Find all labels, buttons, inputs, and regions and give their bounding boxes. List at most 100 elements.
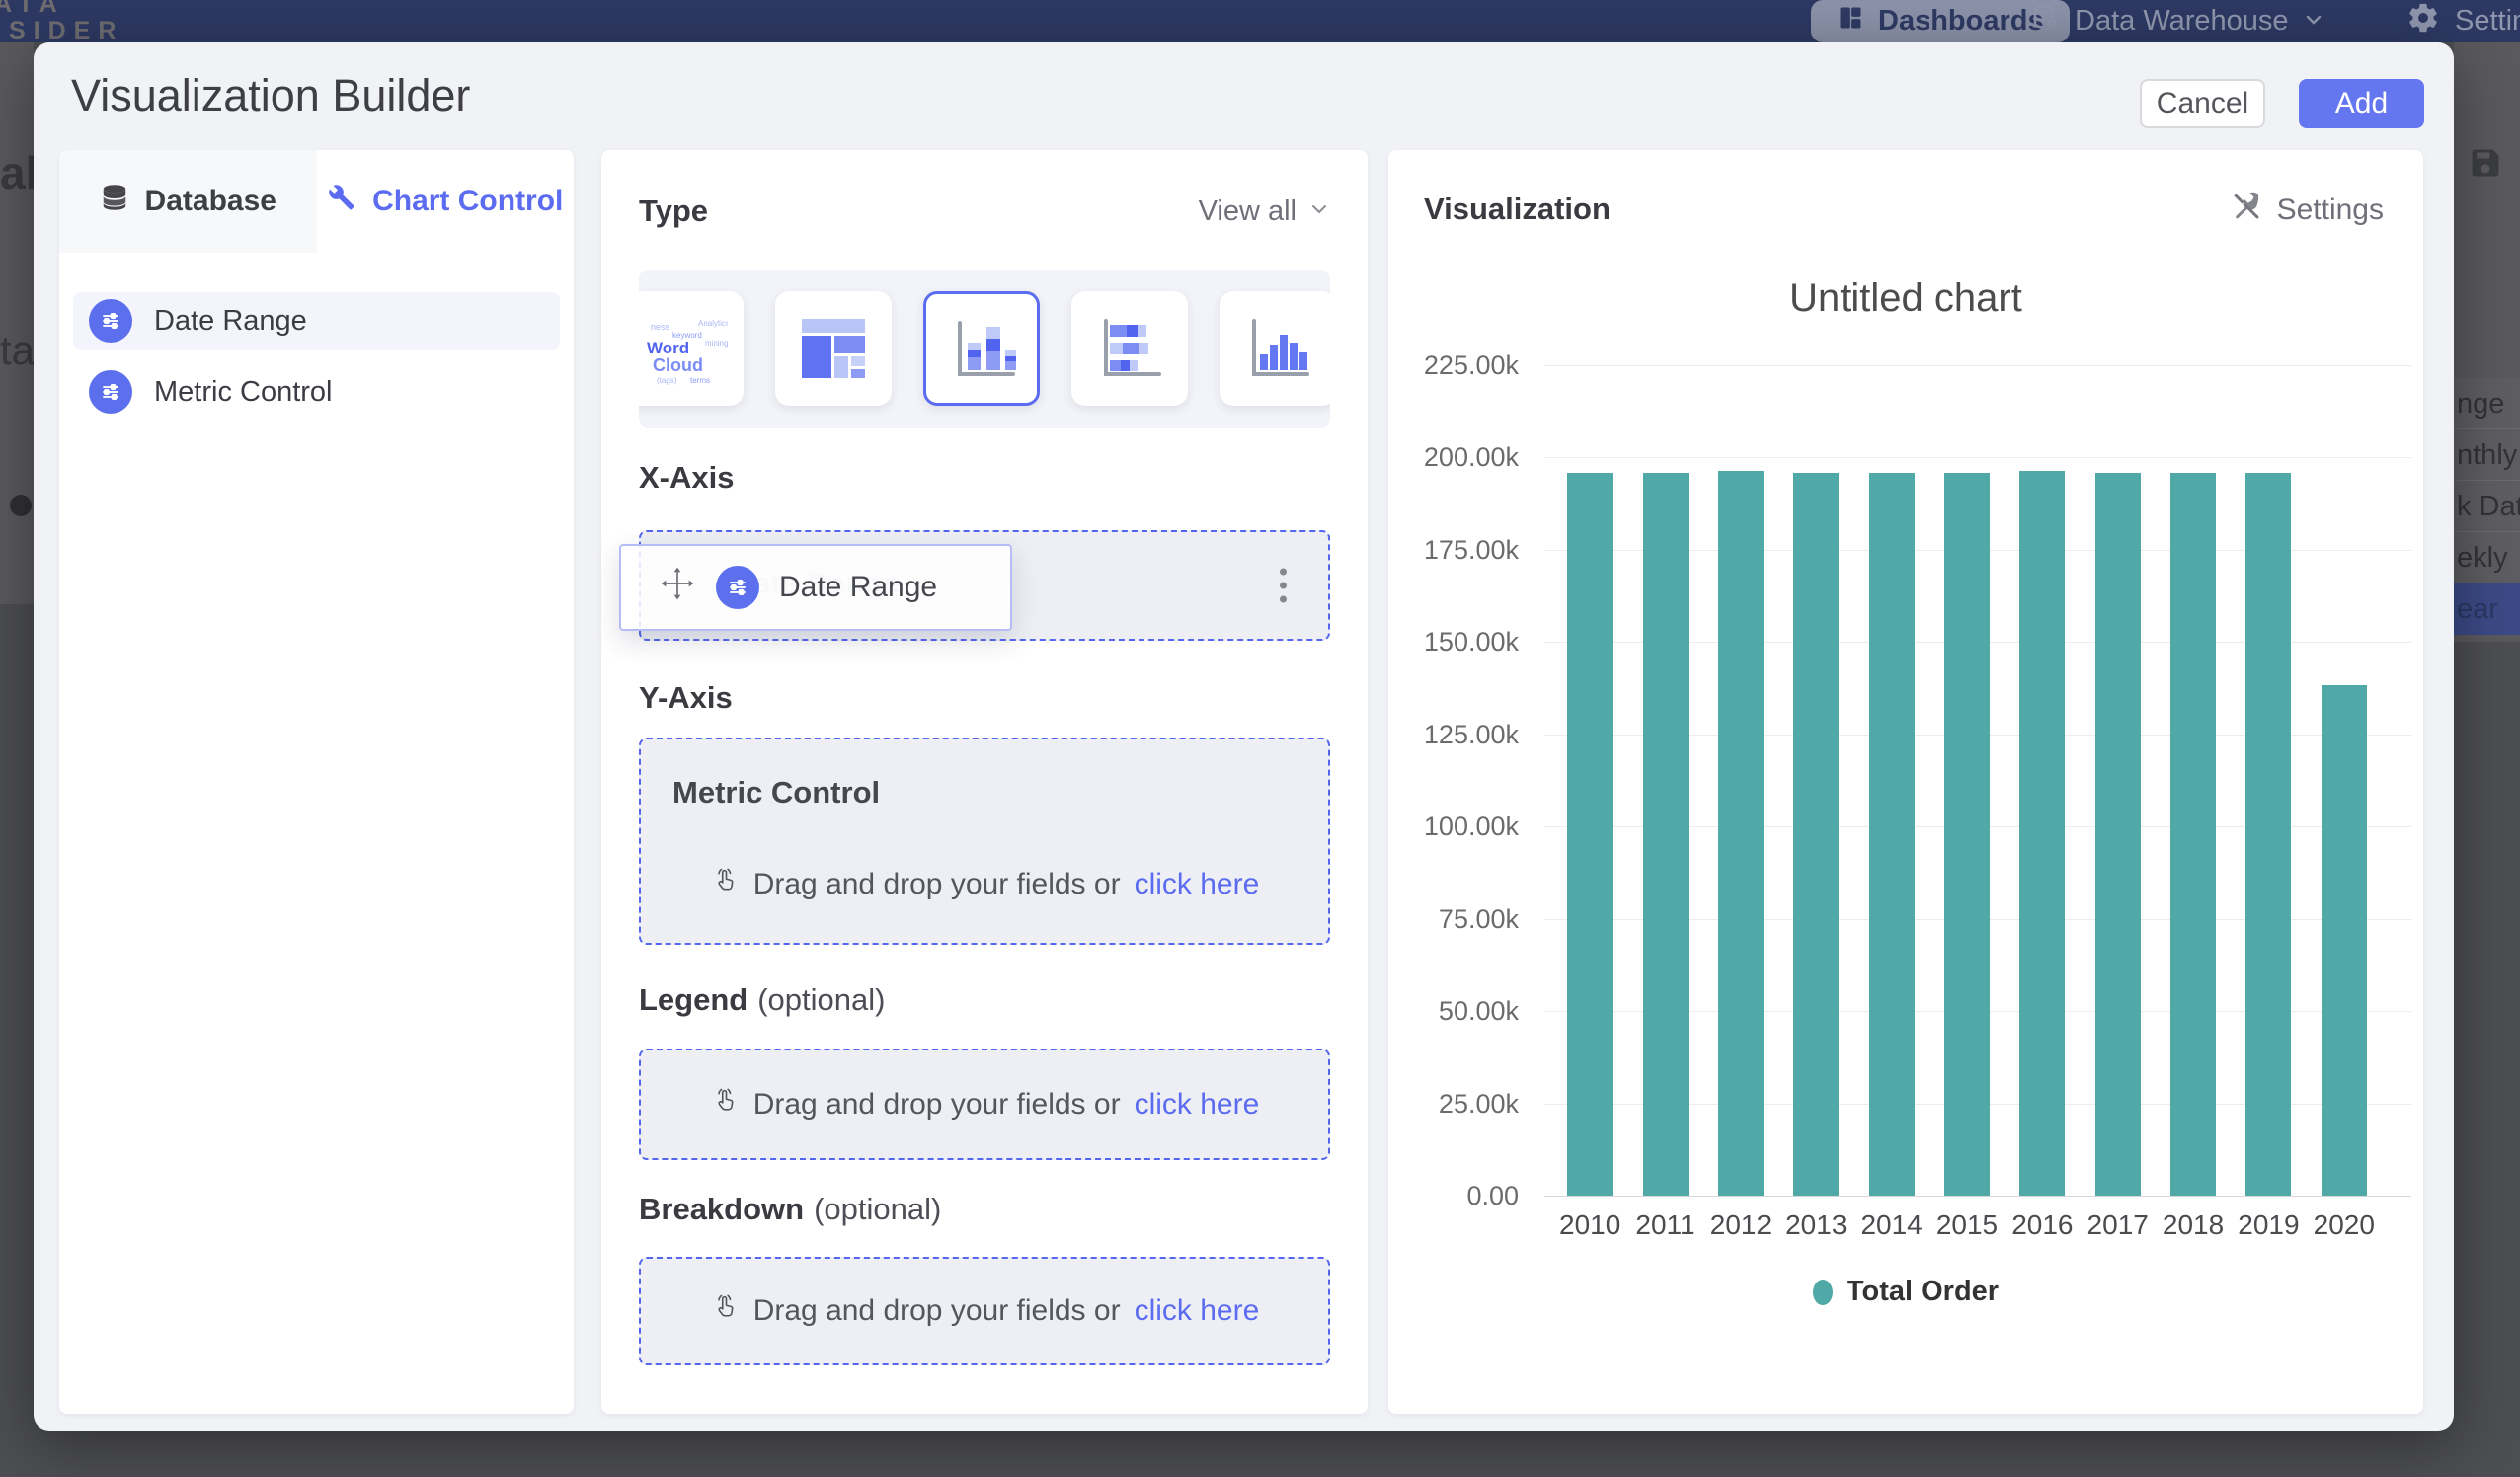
chart-type-strip: nessAnalytics keywordmining Word Cloud (… bbox=[639, 270, 1330, 428]
chart-type-treemap[interactable] bbox=[775, 291, 892, 406]
add-button[interactable]: Add bbox=[2299, 79, 2424, 128]
bar-slot bbox=[2081, 365, 2156, 1196]
nav-item-data-warehouse[interactable]: Data Warehouse bbox=[2030, 0, 2323, 42]
y-tick-label: 150.00k bbox=[1424, 627, 1519, 658]
x-tick-label: 2019 bbox=[2231, 1209, 2306, 1241]
breakdown-dropzone[interactable]: Drag and drop your fields or click here bbox=[639, 1257, 1330, 1365]
y-tick-label: 175.00k bbox=[1424, 535, 1519, 566]
logo-line-1: DATA bbox=[0, 0, 123, 18]
save-icon bbox=[2468, 145, 2503, 186]
field-item-date-range[interactable]: Date Range bbox=[73, 292, 560, 350]
kebab-menu-icon[interactable] bbox=[1274, 563, 1293, 609]
control-sliders-icon bbox=[89, 370, 132, 414]
control-sliders-icon bbox=[716, 566, 759, 609]
y-tick-label: 125.00k bbox=[1424, 720, 1519, 750]
backdrop-right: nge nthly k Date ekly ear bbox=[2454, 42, 2520, 642]
chart-type-stacked-column[interactable] bbox=[923, 291, 1040, 406]
legend-dropzone[interactable]: Drag and drop your fields or click here bbox=[639, 1049, 1330, 1160]
tab-database[interactable]: Database bbox=[59, 150, 317, 253]
backdrop-left: al ta bbox=[0, 42, 34, 604]
bar bbox=[2170, 473, 2216, 1196]
x-tick-label: 2018 bbox=[2156, 1209, 2231, 1241]
x-tick-label: 2011 bbox=[1627, 1209, 1702, 1241]
nav-item-settings[interactable]: Settings bbox=[2406, 0, 2520, 42]
tab-label: Chart Control bbox=[372, 185, 563, 218]
y-tick-label: 0.00 bbox=[1466, 1181, 1519, 1211]
x-tick-label: 2014 bbox=[1853, 1209, 1929, 1241]
bar-slot bbox=[1703, 365, 1778, 1196]
chart-settings-button[interactable]: Settings bbox=[2230, 190, 2384, 231]
bar-slot bbox=[1853, 365, 1929, 1196]
field-item-metric-control[interactable]: Metric Control bbox=[73, 363, 560, 421]
svg-text:ness: ness bbox=[651, 322, 670, 332]
y-axis-zone-title: Metric Control bbox=[672, 775, 880, 811]
y-tick-label: 200.00k bbox=[1424, 442, 1519, 473]
tools-icon bbox=[327, 183, 356, 220]
chart-type-word-cloud[interactable]: nessAnalytics keywordmining Word Cloud (… bbox=[639, 291, 744, 406]
bar bbox=[1718, 471, 1764, 1196]
bar-slot bbox=[2307, 365, 2382, 1196]
bar-slot bbox=[2156, 365, 2231, 1196]
svg-text:mining: mining bbox=[705, 339, 728, 348]
bar-slot bbox=[1552, 365, 1627, 1196]
cancel-button[interactable]: Cancel bbox=[2140, 79, 2265, 128]
bar bbox=[1643, 473, 1689, 1196]
click-here-link[interactable]: click here bbox=[1135, 868, 1260, 901]
control-sliders-icon bbox=[89, 299, 132, 343]
chart-legend: Total Order bbox=[1388, 1276, 2423, 1308]
click-here-link[interactable]: click here bbox=[1135, 1088, 1260, 1122]
visualization-builder-modal: Visualization Builder Cancel Add Databas… bbox=[34, 42, 2454, 1431]
logo-line-2: INSIDER bbox=[0, 18, 123, 44]
bar bbox=[1793, 473, 1839, 1196]
visualization-panel: Visualization Settings Untitled chart 22… bbox=[1388, 150, 2423, 1414]
bar bbox=[2095, 473, 2141, 1196]
y-axis-dropzone[interactable]: Metric Control Drag and drop your fields… bbox=[639, 738, 1330, 945]
bar bbox=[1567, 473, 1613, 1196]
gear-icon bbox=[2406, 1, 2440, 42]
view-all-label: View all bbox=[1199, 195, 1297, 228]
bar bbox=[2245, 473, 2291, 1196]
backdrop-bullet bbox=[10, 495, 32, 516]
backdrop-row-selected: ear bbox=[2454, 583, 2520, 635]
backdrop-text-fragment: al bbox=[0, 146, 34, 199]
bar bbox=[1869, 473, 1915, 1196]
y-tick-label: 225.00k bbox=[1424, 350, 1519, 381]
tab-chart-control[interactable]: Chart Control bbox=[317, 150, 575, 253]
legend-heading: Legend(optional) bbox=[639, 982, 1330, 1018]
backdrop-row: nthly bbox=[2454, 429, 2520, 481]
view-all-button[interactable]: View all bbox=[1199, 195, 1330, 228]
chart-type-column[interactable] bbox=[1220, 291, 1330, 406]
legend-series-label: Total Order bbox=[1847, 1276, 1999, 1308]
fields-panel: Database Chart Control Date Range bbox=[59, 150, 574, 1414]
chart-plot bbox=[1544, 365, 2411, 1196]
type-heading: Type bbox=[639, 194, 708, 229]
bar-slot bbox=[1627, 365, 1702, 1196]
x-tick-label: 2020 bbox=[2307, 1209, 2382, 1241]
chart-type-stacked-bar[interactable] bbox=[1071, 291, 1188, 406]
x-axis-heading: X-Axis bbox=[639, 460, 1330, 496]
bar bbox=[1944, 473, 1990, 1196]
backdrop-menu-rows: nge nthly k Date ekly ear bbox=[2454, 378, 2520, 635]
settings-label: Settings bbox=[2277, 194, 2384, 227]
click-hand-icon bbox=[710, 1086, 740, 1124]
nav-item-label: Dashboards bbox=[1878, 5, 2044, 38]
backdrop-row: nge bbox=[2454, 378, 2520, 429]
y-tick-label: 50.00k bbox=[1439, 996, 1519, 1027]
svg-text:Cloud: Cloud bbox=[653, 355, 703, 375]
x-tick-label: 2016 bbox=[2005, 1209, 2080, 1241]
chart-bars bbox=[1544, 365, 2411, 1196]
dragged-field-chip[interactable]: Date Range bbox=[619, 544, 1012, 631]
field-label: Metric Control bbox=[154, 376, 333, 409]
click-here-link[interactable]: click here bbox=[1135, 1294, 1260, 1328]
chip-label: Date Range bbox=[779, 571, 937, 604]
chart-x-labels: 2010201120122013201420152016201720182019… bbox=[1544, 1209, 2411, 1241]
drag-drop-text: Drag and drop your fields or bbox=[753, 1294, 1121, 1328]
chart-title: Untitled chart bbox=[1388, 276, 2423, 321]
x-tick-label: 2013 bbox=[1778, 1209, 1853, 1241]
optional-label: (optional) bbox=[814, 1192, 941, 1226]
legend-heading-label: Legend bbox=[639, 982, 748, 1017]
chevron-down-icon bbox=[2304, 5, 2323, 38]
svg-text:terms: terms bbox=[690, 376, 710, 385]
breakdown-heading-label: Breakdown bbox=[639, 1192, 804, 1226]
svg-text:(tags): (tags) bbox=[657, 376, 677, 385]
